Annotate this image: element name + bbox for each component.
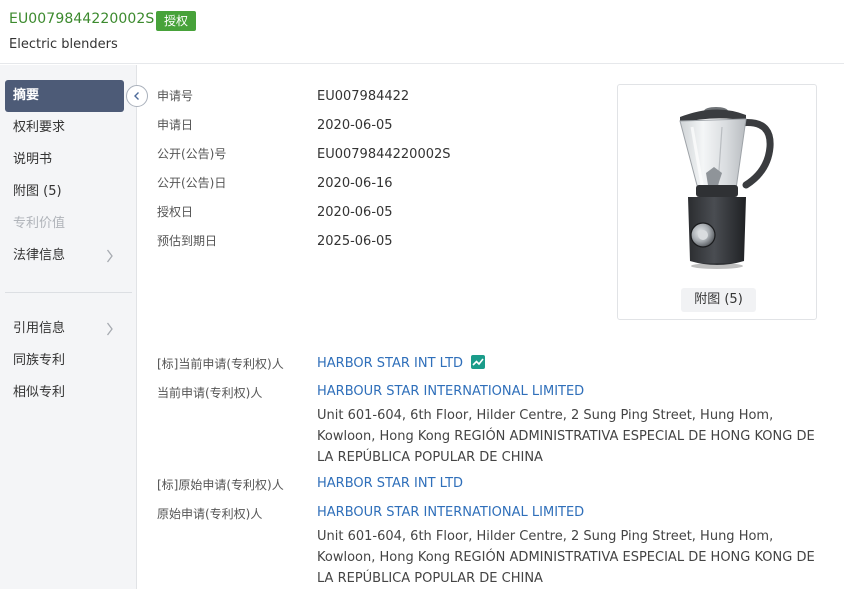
sidebar-item-family[interactable]: 同族专利 (5, 345, 124, 377)
address-line: Unit 601-604, 6th Floor, Hilder Centre, … (317, 408, 774, 423)
applicant-label: [标]原始申请(专利权)人 (157, 478, 284, 492)
sidebar-item-description[interactable]: 说明书 (5, 144, 124, 176)
applicant-link[interactable]: HARBOR STAR INT LTD (317, 355, 486, 371)
sidebar-item-patent-value: 专利价值 (13, 216, 66, 231)
info-label: 公开(公告)日 (157, 176, 227, 190)
sidebar-item-citations[interactable]: 引用信息 (5, 313, 124, 345)
info-value: EU0079844220002S (317, 147, 451, 162)
address-line: LA REPÚBLICA POPULAR DE CHINA (317, 450, 543, 465)
info-label: 申请日 (157, 118, 194, 132)
sidebar-item-legal-info[interactable]: 法律信息 (5, 240, 124, 272)
applicant-name: HARBOR STAR INT LTD (317, 356, 464, 371)
sidebar-item-abstract[interactable]: 摘要 (5, 80, 124, 112)
sidebar-item-label: 法律信息 (13, 248, 66, 263)
applicant-address: Unit 601-604, 6th Floor, Hilder Centre, … (317, 405, 817, 468)
sidebar-nav: 摘要 权利要求 说明书 附图 (5) 专利价值 法律信息 引用信息 同族专利 相… (0, 65, 137, 589)
sidebar-item-label: 引用信息 (13, 321, 66, 336)
applicant-name-link[interactable]: HARBOUR STAR INTERNATIONAL LIMITED (317, 384, 584, 399)
applicant-label: [标]当前申请(专利权)人 (157, 357, 284, 371)
patent-title: Electric blenders (9, 37, 118, 52)
info-value: 2020-06-16 (317, 176, 393, 191)
info-label: 预估到期日 (157, 234, 218, 248)
info-label: 申请号 (157, 89, 194, 103)
address-line: Unit 601-604, 6th Floor, Hilder Centre, … (317, 529, 774, 544)
info-value: 2020-06-05 (317, 118, 393, 133)
status-badge: 授权 (156, 11, 197, 31)
patent-header: EU0079844220002S 授权 Electric blenders (0, 0, 844, 64)
sidebar-item-drawings[interactable]: 附图 (5) (5, 176, 124, 208)
blender-drawing-image (679, 107, 774, 269)
chevron-left-icon (134, 92, 139, 100)
applicant-label: 原始申请(专利权)人 (157, 507, 263, 521)
info-value: EU007984422 (317, 89, 410, 104)
sidebar-divider (5, 292, 132, 293)
applicant-address: Unit 601-604, 6th Floor, Hilder Centre, … (317, 526, 817, 589)
info-value: 2025-06-05 (317, 234, 393, 249)
address-line: Kowloon, Hong Kong REGIÓN ADMINISTRATIVA… (317, 429, 815, 444)
address-line: LA REPÚBLICA POPULAR DE CHINA (317, 571, 543, 586)
info-label: 公开(公告)号 (157, 147, 227, 161)
applicant-label: 当前申请(专利权)人 (157, 386, 263, 400)
info-label: 授权日 (157, 205, 194, 219)
chevron-right-icon (106, 240, 114, 284)
drawing-preview-card[interactable]: 附图 (5) (617, 84, 817, 320)
address-line: Kowloon, Hong Kong REGIÓN ADMINISTRATIVA… (317, 550, 815, 565)
applicant-name-link[interactable]: HARBOUR STAR INTERNATIONAL LIMITED (317, 505, 584, 520)
trend-chart-icon[interactable] (471, 355, 486, 369)
publication-number: EU0079844220002S (9, 11, 155, 27)
collapse-sidebar-button[interactable] (126, 85, 148, 107)
drawings-button[interactable]: 附图 (5) (681, 288, 756, 312)
info-value: 2020-06-05 (317, 205, 393, 220)
applicant-name-link[interactable]: HARBOR STAR INT LTD (317, 476, 463, 491)
sidebar-item-claims[interactable]: 权利要求 (5, 112, 124, 144)
sidebar-item-similar[interactable]: 相似专利 (5, 377, 124, 409)
